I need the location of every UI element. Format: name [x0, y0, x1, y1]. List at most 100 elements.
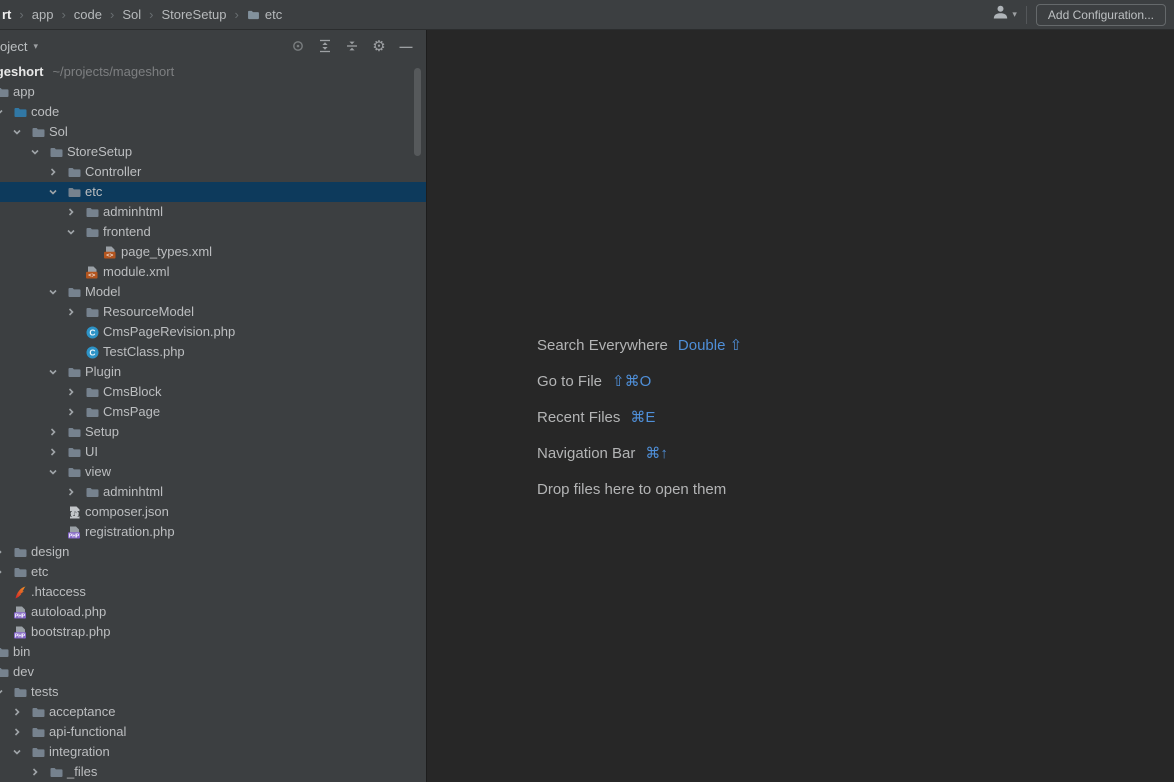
- tree-item-module.xml[interactable]: <>module.xml: [0, 262, 426, 282]
- htaccess-file-icon: [13, 585, 27, 599]
- chevron-collapsed-icon[interactable]: [0, 544, 7, 560]
- tree-item-Model[interactable]: Model: [0, 282, 426, 302]
- tree-item-label: etc: [31, 562, 48, 582]
- tree-item-adminhtml[interactable]: adminhtml: [0, 482, 426, 502]
- tree-item-dev[interactable]: dev: [0, 662, 426, 682]
- tree-item-frontend[interactable]: frontend: [0, 222, 426, 242]
- tree-item-label: integration: [49, 742, 110, 762]
- breadcrumb-item-app[interactable]: app: [32, 7, 54, 22]
- tree-item-composer.json[interactable]: {♪}composer.json: [0, 502, 426, 522]
- tree-item-label: Sol: [49, 122, 68, 142]
- tree-item-api-functional[interactable]: api-functional: [0, 722, 426, 742]
- tree-item-CmsPage[interactable]: CmsPage: [0, 402, 426, 422]
- chevron-expanded-icon[interactable]: [9, 124, 25, 140]
- tree-item-CmsPageRevision.php[interactable]: CCmsPageRevision.php: [0, 322, 426, 342]
- chevron-collapsed-icon[interactable]: [27, 764, 43, 780]
- tree-item-label: Plugin: [85, 362, 121, 382]
- folder-icon: [67, 165, 81, 179]
- svg-text:C: C: [89, 347, 95, 357]
- user-menu-button[interactable]: ▾: [992, 4, 1017, 25]
- settings-button[interactable]: ⚙: [371, 38, 387, 54]
- folder-icon: [247, 10, 260, 20]
- tree-item-CmsBlock[interactable]: CmsBlock: [0, 382, 426, 402]
- tree-item-bootstrap.php[interactable]: PHPbootstrap.php: [0, 622, 426, 642]
- tree-item-label: adminhtml: [103, 482, 163, 502]
- project-panel-title-dropdown[interactable]: oject ▾: [0, 39, 38, 54]
- chevron-expanded-icon[interactable]: [63, 224, 79, 240]
- chevron-collapsed-icon[interactable]: [63, 484, 79, 500]
- tree-item-design[interactable]: design: [0, 542, 426, 562]
- chevron-expanded-icon[interactable]: [0, 104, 7, 120]
- tree-item-acceptance[interactable]: acceptance: [0, 702, 426, 722]
- minimize-icon: —: [400, 40, 413, 53]
- folder-icon: [85, 225, 99, 239]
- chevron-collapsed-icon[interactable]: [9, 724, 25, 740]
- project-panel-toolbar: ⚙ —: [290, 38, 414, 54]
- tree-item-label: CmsPageRevision.php: [103, 322, 235, 342]
- tree-item-Controller[interactable]: Controller: [0, 162, 426, 182]
- shortcut-hint: Navigation Bar⌘↑: [537, 443, 742, 465]
- tree-item-app[interactable]: app: [0, 82, 426, 102]
- breadcrumb-item-Sol[interactable]: Sol: [122, 7, 141, 22]
- chevron-expanded-icon[interactable]: [45, 364, 61, 380]
- chevron-collapsed-icon[interactable]: [0, 564, 7, 580]
- folder-icon: [85, 205, 99, 219]
- tree-scrollbar[interactable]: [414, 68, 421, 156]
- tree-item-code[interactable]: code: [0, 102, 426, 122]
- chevron-expanded-icon[interactable]: [45, 184, 61, 200]
- tree-item-adminhtml[interactable]: adminhtml: [0, 202, 426, 222]
- tree-item-Setup[interactable]: Setup: [0, 422, 426, 442]
- chevron-expanded-icon[interactable]: [27, 144, 43, 160]
- hide-panel-button[interactable]: —: [398, 38, 414, 54]
- chevron-collapsed-icon[interactable]: [63, 384, 79, 400]
- chevron-collapsed-icon[interactable]: [63, 204, 79, 220]
- chevron-expanded-icon[interactable]: [9, 744, 25, 760]
- tree-item-tests[interactable]: tests: [0, 682, 426, 702]
- shortcut-keys: Double ⇧: [678, 335, 742, 357]
- breadcrumb-item-code[interactable]: code: [74, 7, 102, 22]
- tree-item-etc[interactable]: etc: [0, 562, 426, 582]
- folder-icon: [85, 485, 99, 499]
- tree-item-_files[interactable]: _files: [0, 762, 426, 782]
- editor-area: Search EverywhereDouble ⇧Go to File⇧⌘ORe…: [426, 30, 1174, 782]
- tree-item-.htaccess[interactable]: .htaccess: [0, 582, 426, 602]
- tree-item-registration.php[interactable]: PHPregistration.php: [0, 522, 426, 542]
- tree-item-integration[interactable]: integration: [0, 742, 426, 762]
- folder-icon: [0, 85, 9, 99]
- locate-file-button[interactable]: [290, 38, 306, 54]
- chevron-collapsed-icon[interactable]: [63, 404, 79, 420]
- chevron-collapsed-icon[interactable]: [63, 304, 79, 320]
- breadcrumb-item-rt[interactable]: rt: [2, 7, 11, 22]
- chevron-collapsed-icon[interactable]: [45, 444, 61, 460]
- json-file-icon: {♪}: [67, 505, 81, 519]
- tree-item-ResourceModel[interactable]: ResourceModel: [0, 302, 426, 322]
- chevron-expanded-icon[interactable]: [45, 284, 61, 300]
- tree-item-label: dev: [13, 662, 34, 682]
- tree-item-StoreSetup[interactable]: StoreSetup: [0, 142, 426, 162]
- chevron-expanded-icon[interactable]: [0, 684, 7, 700]
- chevron-spacer: [45, 504, 61, 520]
- tree-root-item[interactable]: mageshort~/projects/mageshort: [0, 62, 426, 82]
- tree-item-TestClass.php[interactable]: CTestClass.php: [0, 342, 426, 362]
- tree-item-page_types.xml[interactable]: <>page_types.xml: [0, 242, 426, 262]
- chevron-expanded-icon[interactable]: [45, 464, 61, 480]
- breadcrumb-item-etc[interactable]: etc: [247, 7, 282, 22]
- user-icon: [992, 4, 1009, 25]
- tree-item-autoload.php[interactable]: PHPautoload.php: [0, 602, 426, 622]
- add-configuration-button[interactable]: Add Configuration...: [1036, 4, 1166, 26]
- shortcut-label: Search Everywhere: [537, 335, 668, 357]
- tree-item-Plugin[interactable]: Plugin: [0, 362, 426, 382]
- tree-item-view[interactable]: view: [0, 462, 426, 482]
- chevron-collapsed-icon[interactable]: [9, 704, 25, 720]
- tree-item-label: etc: [85, 182, 102, 202]
- tree-item-bin[interactable]: bin: [0, 642, 426, 662]
- chevron-collapsed-icon[interactable]: [45, 424, 61, 440]
- php-file-icon: PHP: [67, 525, 81, 539]
- chevron-collapsed-icon[interactable]: [45, 164, 61, 180]
- tree-item-Sol[interactable]: Sol: [0, 122, 426, 142]
- expand-all-button[interactable]: [317, 38, 333, 54]
- breadcrumb-item-StoreSetup[interactable]: StoreSetup: [161, 7, 226, 22]
- tree-item-etc[interactable]: etc: [0, 182, 426, 202]
- collapse-all-button[interactable]: [344, 38, 360, 54]
- tree-item-UI[interactable]: UI: [0, 442, 426, 462]
